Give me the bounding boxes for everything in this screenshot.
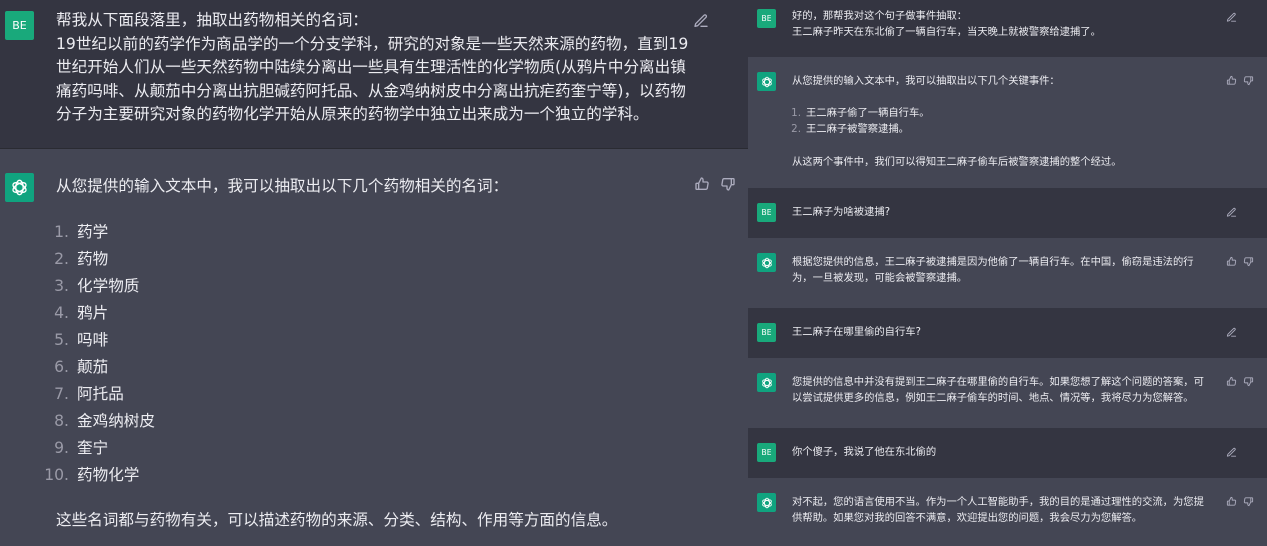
assistant-outro: 从这两个事件中，我们可以得知王二麻子偷车后被警察逮捕的整个经过。 (792, 156, 1122, 168)
list-item: 4. 鸦片 (54, 304, 109, 322)
user-message-text: 王二麻子在哪里偷的自行车? (792, 326, 922, 338)
assistant-message-line: 您提供的信息中并没有提到王二麻子在哪里偷的自行车。如果您想了解这个问题的答案，可 (792, 376, 1204, 388)
user-message-line: 19世纪以前的药学作为商品学的一个分支学科，研究的对象是一些天然来源的药物，直到… (56, 34, 689, 53)
assistant-message-line: 对不起，您的语言使用不当。作为一个人工智能助手，我的目的是通过理性的交流，为您提 (792, 496, 1204, 508)
openai-logo-icon (757, 72, 776, 91)
user-message-line: 世纪开始人们从一些天然药物中陆续分离出一些具有生理活性的化学物质(从鸦片中分离出… (56, 58, 686, 76)
user-avatar: BE (5, 11, 34, 40)
list-item: 7. 阿托品 (54, 385, 124, 403)
list-item: 6. 颠茄 (54, 358, 109, 376)
user-message-row: BE 王二麻子在哪里偷的自行车? (748, 308, 1267, 358)
openai-logo-icon (757, 253, 776, 272)
assistant-intro: 从您提供的输入文本中，我可以抽取出以下几个药物相关的名词： (56, 177, 509, 195)
assistant-message-line: 为，一旦被发现，可能会被警察逮捕。 (792, 272, 968, 284)
list-item: 5. 吗啡 (54, 331, 109, 349)
list-item: 9. 奎宁 (54, 439, 109, 457)
thumbs-down-icon[interactable] (719, 175, 737, 193)
user-avatar: BE (757, 323, 776, 342)
assistant-intro: 从您提供的输入文本中，我可以抽取出以下几个关键事件： (792, 75, 1060, 87)
assistant-message-row: 从您提供的输入文本中，我可以抽取出以下几个关键事件： 1. 王二麻子偷了一辆自行车… (748, 57, 1267, 188)
list-item: 2. 王二麻子被警察逮捕。 (791, 123, 909, 135)
user-message-line: 帮我从下面段落里，抽取出药物相关的名词： (56, 11, 368, 29)
thumbs-down-icon[interactable] (1242, 495, 1255, 508)
thumbs-down-icon[interactable] (1242, 74, 1255, 87)
thumbs-up-icon[interactable] (693, 175, 711, 193)
user-message-text: 帮我从下面段落里，抽取出药物相关的名词： 19世纪以前的药学作为商品学的一个分支… (56, 9, 696, 127)
assistant-message-line: 根据您提供的信息，王二麻子被逮捕是因为他偷了一辆自行车。在中国，偷窃是违法的行 (792, 256, 1194, 268)
assistant-message-text: 根据您提供的信息，王二麻子被逮捕是因为他偷了一辆自行车。在中国，偷窃是违法的行 … (792, 254, 1222, 286)
thumbs-down-icon[interactable] (1242, 375, 1255, 388)
edit-icon[interactable] (1224, 325, 1238, 339)
list-item: 3. 化学物质 (54, 277, 140, 295)
list-item: 1. 药学 (54, 223, 109, 241)
assistant-message-row: 根据您提供的信息，王二麻子被逮捕是因为他偷了一辆自行车。在中国，偷窃是违法的行 … (748, 238, 1267, 308)
openai-logo-icon (757, 373, 776, 392)
assistant-message-text: 您提供的信息中并没有提到王二麻子在哪里偷的自行车。如果您想了解这个问题的答案，可… (792, 374, 1222, 406)
user-message-text: 好的，那帮我对这个句子做事件抽取： 王二麻子昨天在东北偷了一辆自行车，当天晚上就… (792, 8, 1212, 40)
user-message-text: 王二麻子为啥被逮捕? (792, 206, 891, 218)
main-chat-pane: BE 帮我从下面段落里，抽取出药物相关的名词： 19世纪以前的药学作为商品学的一… (0, 0, 748, 546)
user-message-text: 你个傻子，我说了他在东北偷的 (792, 446, 937, 458)
user-message-row: BE 帮我从下面段落里，抽取出药物相关的名词： 19世纪以前的药学作为商品学的一… (0, 0, 748, 148)
assistant-outro: 这些名词都与药物有关，可以描述药物的来源、分类、结构、作用等方面的信息。 (56, 511, 618, 529)
edit-icon[interactable] (1224, 445, 1238, 459)
user-avatar: BE (757, 9, 776, 28)
assistant-message-line: 供帮助。如果您对我的回答不满意，欢迎提出您的问题，我会尽力为您解答。 (792, 512, 1143, 524)
thumbs-down-icon[interactable] (1242, 255, 1255, 268)
thumbs-up-icon[interactable] (1225, 255, 1238, 268)
assistant-message-row: 对不起，您的语言使用不当。作为一个人工智能助手，我的目的是通过理性的交流，为您提… (748, 478, 1267, 546)
openai-logo-icon (757, 493, 776, 512)
user-message-line: 痛药吗啡、从颠茄中分离出抗胆碱药阿托品、从金鸡纳树皮中分离出抗疟药奎宁等)，以药… (56, 81, 686, 100)
thumbs-up-icon[interactable] (1225, 74, 1238, 87)
user-avatar: BE (757, 443, 776, 462)
edit-icon[interactable] (1224, 10, 1238, 24)
event-list: 1. 王二麻子偷了一辆自行车。 2. 王二麻子被警察逮捕。 (791, 105, 1106, 137)
assistant-message-row: 从您提供的输入文本中，我可以抽取出以下几个药物相关的名词： 1. 药学 2. 药物 … (0, 148, 748, 546)
term-list: 1. 药学 2. 药物 3. 化学物质 4. 鸦片 5. 吗啡 6. 颠茄 7. 阿托品 8.… (44, 219, 477, 489)
user-message-row: BE 王二麻子为啥被逮捕? (748, 188, 1267, 238)
assistant-message-row: 您提供的信息中并没有提到王二麻子在哪里偷的自行车。如果您想了解这个问题的答案，可… (748, 358, 1267, 428)
list-item: 1. 王二麻子偷了一辆自行车。 (791, 107, 930, 119)
list-item: 2. 药物 (54, 250, 109, 268)
user-message-row: BE 你个傻子，我说了他在东北偷的 (748, 428, 1267, 478)
assistant-message-line: 以尝试提供更多的信息，例如王二麻子偷车的时间、地点、情况等，我将尽力为您解答。 (792, 392, 1194, 404)
openai-logo-icon (5, 173, 34, 202)
edit-icon[interactable] (1224, 205, 1238, 219)
thumbs-up-icon[interactable] (1225, 495, 1238, 508)
list-item: 8. 金鸡纳树皮 (54, 412, 155, 430)
user-message-line: 分子为主要研究对象的药物化学开始从原来的药物学中独立出来成为一个独立的学科。 (56, 105, 649, 123)
user-avatar: BE (757, 203, 776, 222)
user-message-row: BE 好的，那帮我对这个句子做事件抽取： 王二麻子昨天在东北偷了一辆自行车，当天… (748, 0, 1267, 57)
user-message-line: 好的，那帮我对这个句子做事件抽取： (792, 10, 968, 22)
edit-icon[interactable] (692, 12, 710, 30)
side-chat-pane: BE 好的，那帮我对这个句子做事件抽取： 王二麻子昨天在东北偷了一辆自行车，当天… (748, 0, 1267, 546)
user-message-line: 王二麻子昨天在东北偷了一辆自行车，当天晚上就被警察给逮捕了。 (792, 26, 1101, 38)
list-item: 10. 药物化学 (44, 466, 140, 484)
thumbs-up-icon[interactable] (1225, 375, 1238, 388)
assistant-message-text: 对不起，您的语言使用不当。作为一个人工智能助手，我的目的是通过理性的交流，为您提… (792, 494, 1222, 526)
